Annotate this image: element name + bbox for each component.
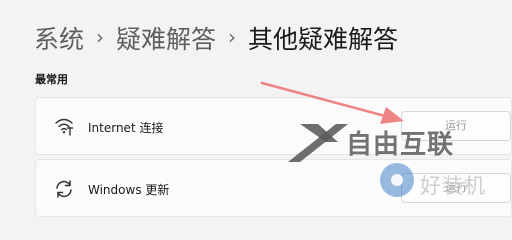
breadcrumb-troubleshoot[interactable]: 疑难解答 xyxy=(116,20,216,56)
troubleshooter-label: Internet 连接 xyxy=(88,121,164,135)
watermark-badge-icon xyxy=(380,163,414,197)
troubleshooter-label: Windows 更新 xyxy=(88,183,170,197)
section-heading-most-frequent: 最常用 xyxy=(35,73,68,86)
wifi-icon xyxy=(53,116,75,138)
breadcrumb-separator: › xyxy=(228,25,237,49)
breadcrumb-system[interactable]: 系统 xyxy=(34,20,84,56)
watermark-brand-text: 自由互联 xyxy=(346,130,455,160)
refresh-icon xyxy=(53,178,75,200)
settings-page: 系统 › 疑难解答 › 其他疑难解答 最常用 Internet 连接 运行 Wi… xyxy=(0,0,512,217)
breadcrumb-separator: › xyxy=(96,25,105,49)
page-title: 其他疑难解答 xyxy=(248,25,399,54)
watermark-site-text: 好装机 xyxy=(420,174,486,198)
breadcrumb: 系统 › 疑难解答 › 其他疑难解答 xyxy=(34,18,398,58)
